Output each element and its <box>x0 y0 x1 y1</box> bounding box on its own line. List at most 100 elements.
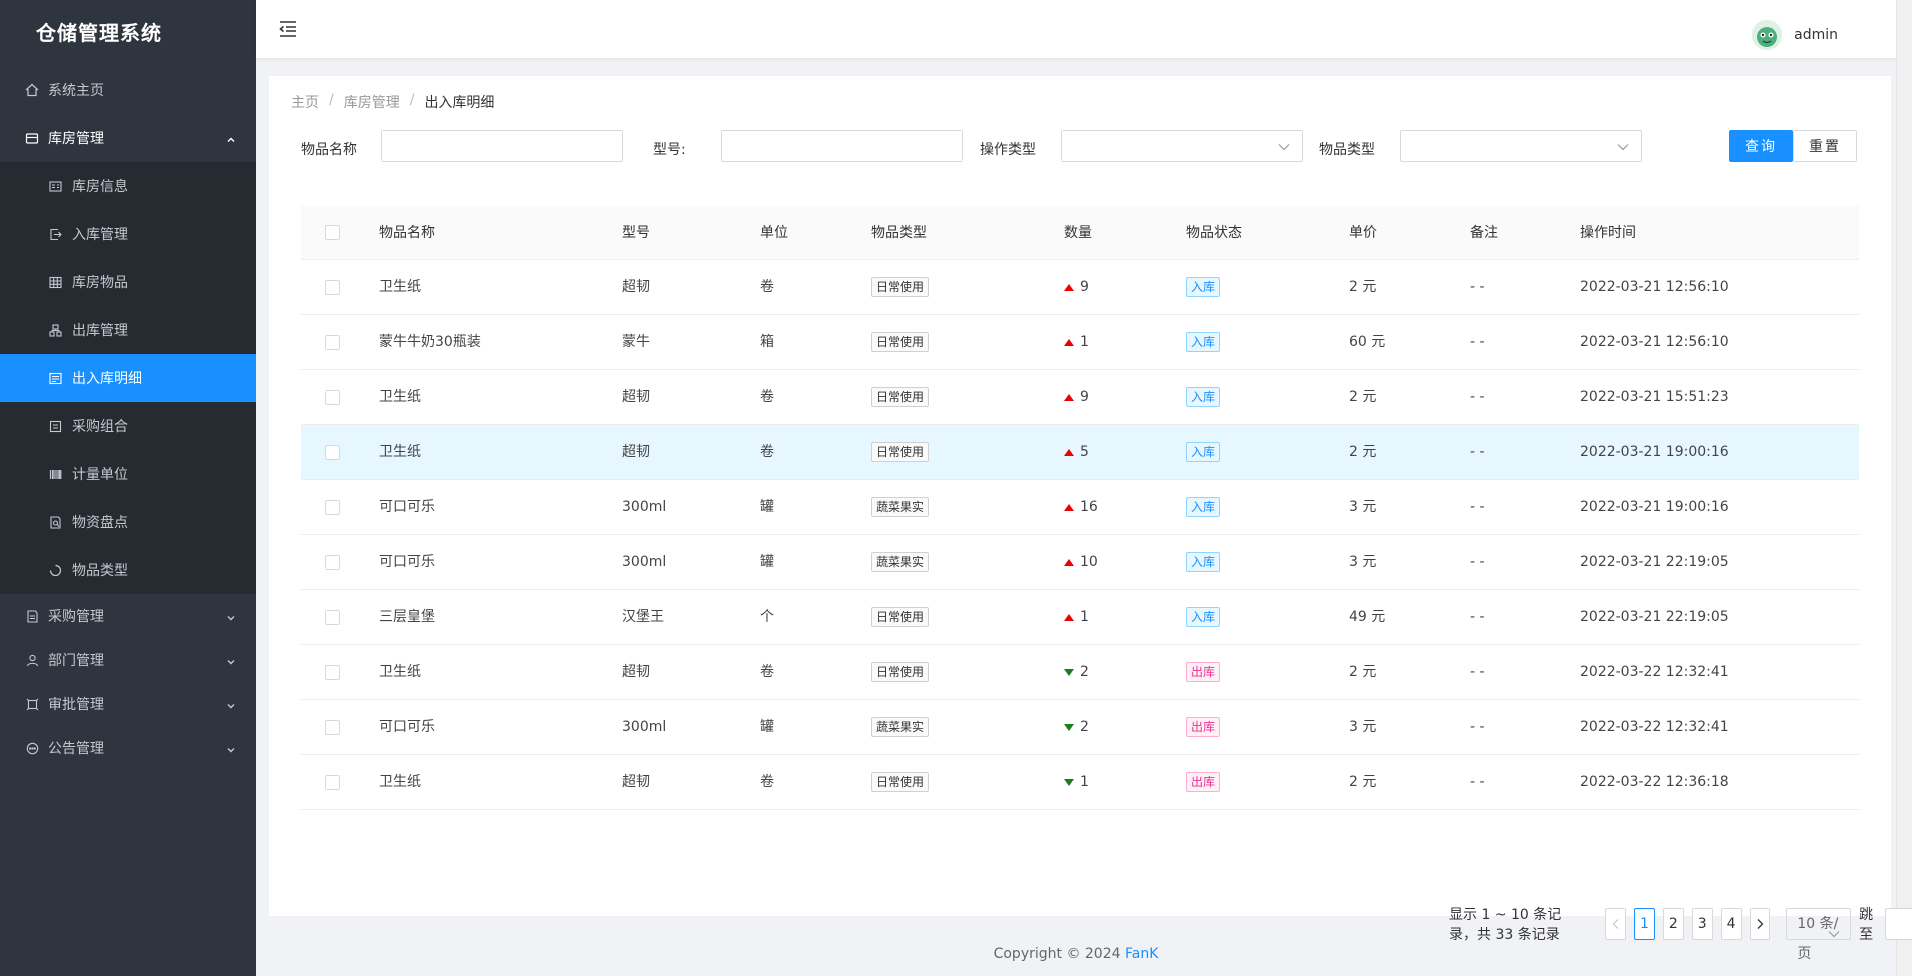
sidebar-item-purchase-bundle[interactable]: 采购组合 <box>0 402 256 450</box>
column-header[interactable]: 单位 <box>760 206 788 260</box>
cell-item-type: 日常使用 <box>871 260 930 315</box>
row-checkbox[interactable] <box>325 500 340 515</box>
sidebar-item-purchase[interactable]: 采购管理 <box>0 594 256 638</box>
row-checkbox[interactable] <box>325 335 340 350</box>
table-row[interactable]: 卫生纸 超韧 卷 日常使用 5 入库 2 元 - - 2022-03-21 19:00:16 <box>301 425 1859 480</box>
page-button-2[interactable]: 2 <box>1662 908 1684 940</box>
cell-item-name: 卫生纸 <box>379 279 421 295</box>
table-row[interactable]: 卫生纸 超韧 卷 日常使用 2 出库 2 元 - - 2022-03-22 12:32:41 <box>301 645 1859 700</box>
sidebar: 仓储管理系统 系统主页 库房管理 库房信息 入库管理 库房物品 出库管理 出入库… <box>0 0 256 976</box>
sidebar-item-label: 库房管理 <box>48 131 104 147</box>
sidebar-item-announcement[interactable]: 公告管理 <box>0 726 256 770</box>
page-scrollbar[interactable] <box>1896 0 1912 976</box>
sidebar-item-item-type[interactable]: 物品类型 <box>0 546 256 594</box>
cell-time: 2022-03-21 12:56:10 <box>1580 279 1729 295</box>
table-row[interactable]: 可口可乐 300ml 罐 蔬菜果实 16 入库 3 元 - - 2022-03-21 19:00… <box>301 480 1859 535</box>
column-header[interactable]: 单价 <box>1349 206 1377 260</box>
cell-item-name: 可口可乐 <box>379 499 435 515</box>
column-header[interactable]: 物品状态 <box>1186 206 1242 260</box>
table-row[interactable]: 卫生纸 超韧 卷 日常使用 9 入库 2 元 - - 2022-03-21 12:56:10 <box>301 260 1859 315</box>
status-badge: 入库 <box>1186 387 1221 407</box>
row-checkbox[interactable] <box>325 280 340 295</box>
status-badge: 入库 <box>1186 607 1221 627</box>
cell-model: 超韧 <box>622 279 650 295</box>
sidebar-item-unit[interactable]: 计量单位 <box>0 450 256 498</box>
cell-unit: 罐 <box>760 554 774 570</box>
select-all-checkbox[interactable] <box>325 225 340 240</box>
sidebar-item-approval[interactable]: 审批管理 <box>0 682 256 726</box>
cell-quantity: 9 <box>1064 260 1089 315</box>
cell-remark: - - <box>1470 499 1485 515</box>
table-row[interactable]: 可口可乐 300ml 罐 蔬菜果实 10 入库 3 元 - - 2022-03-21 22:19… <box>301 535 1859 590</box>
column-header[interactable]: 型号 <box>622 206 650 260</box>
status-badge: 出库 <box>1186 717 1221 737</box>
jump-page-input[interactable] <box>1884 908 1912 940</box>
sidebar-item-warehouse[interactable]: 库房管理 <box>0 114 256 162</box>
prev-page-button[interactable] <box>1605 908 1627 940</box>
item-type-select[interactable] <box>1400 130 1642 162</box>
column-header[interactable]: 数量 <box>1064 206 1092 260</box>
cell-item-type: 蔬菜果实 <box>871 700 930 755</box>
sidebar-item-label: 库房信息 <box>72 179 128 195</box>
cell-item-type: 蔬菜果实 <box>871 535 930 590</box>
breadcrumb-warehouse[interactable]: 库房管理 <box>344 92 400 112</box>
menu-fold-icon[interactable] <box>278 20 298 38</box>
cell-model: 300ml <box>622 719 667 735</box>
author-link[interactable]: FanK <box>1125 946 1158 962</box>
sidebar-item-department[interactable]: 部门管理 <box>0 638 256 682</box>
sidebar-item-warehouse-info[interactable]: 库房信息 <box>0 162 256 210</box>
column-header[interactable]: 物品名称 <box>379 206 435 260</box>
table-row[interactable]: 卫生纸 超韧 卷 日常使用 9 入库 2 元 - - 2022-03-21 15:51:23 <box>301 370 1859 425</box>
cell-item-name: 卫生纸 <box>379 389 421 405</box>
page-button-3[interactable]: 3 <box>1691 908 1713 940</box>
column-header[interactable]: 操作时间 <box>1580 206 1636 260</box>
user-menu[interactable]: admin <box>1752 20 1838 50</box>
table-row[interactable]: 三层皇堡 汉堡王 个 日常使用 1 入库 49 元 - - 2022-03-21 22:19:0… <box>301 590 1859 645</box>
row-checkbox[interactable] <box>325 610 340 625</box>
sidebar-item-inout-detail[interactable]: 出入库明细 <box>0 354 256 402</box>
avatar[interactable] <box>1752 20 1783 50</box>
sidebar-item-home[interactable]: 系统主页 <box>0 66 256 114</box>
table-row[interactable]: 可口可乐 300ml 罐 蔬菜果实 2 出库 3 元 - - 2022-03-22 12:32:… <box>301 700 1859 755</box>
cell-quantity: 10 <box>1064 535 1098 590</box>
item-name-input[interactable] <box>381 130 623 162</box>
sidebar-item-label: 采购管理 <box>48 609 104 625</box>
op-type-select[interactable] <box>1061 130 1303 162</box>
info-card-icon <box>48 179 62 193</box>
breadcrumb-home[interactable]: 主页 <box>291 92 319 112</box>
row-checkbox[interactable] <box>325 665 340 680</box>
cell-price: 2 元 <box>1349 774 1377 790</box>
row-checkbox[interactable] <box>325 390 340 405</box>
model-input[interactable] <box>721 130 963 162</box>
search-form: 物品名称 型号: 操作类型 物品类型 查询 重置 <box>301 130 1871 164</box>
row-checkbox[interactable] <box>325 720 340 735</box>
sidebar-item-warehouse-items[interactable]: 库房物品 <box>0 258 256 306</box>
cell-status: 入库 <box>1186 480 1221 535</box>
purchase-icon <box>24 608 40 624</box>
column-header[interactable]: 备注 <box>1470 206 1498 260</box>
row-checkbox[interactable] <box>325 445 340 460</box>
username[interactable]: admin <box>1794 27 1838 43</box>
sidebar-item-inbound[interactable]: 入库管理 <box>0 210 256 258</box>
column-header[interactable]: 物品类型 <box>871 206 927 260</box>
cell-unit: 罐 <box>760 499 774 515</box>
sidebar-item-outbound[interactable]: 出库管理 <box>0 306 256 354</box>
cell-price: 3 元 <box>1349 499 1377 515</box>
query-button[interactable]: 查询 <box>1729 130 1793 162</box>
next-page-button[interactable] <box>1749 908 1771 940</box>
reset-button[interactable]: 重置 <box>1793 130 1857 162</box>
cell-price: 2 元 <box>1349 389 1377 405</box>
chevron-down-icon <box>1828 920 1840 938</box>
sidebar-item-inventory-check[interactable]: 物资盘点 <box>0 498 256 546</box>
page-button-1[interactable]: 1 <box>1634 908 1655 940</box>
table-row[interactable]: 蒙牛牛奶30瓶装 蒙牛 箱 日常使用 1 入库 60 元 - - 2022-03-21 12:5… <box>301 315 1859 370</box>
cell-price: 2 元 <box>1349 279 1377 295</box>
row-checkbox[interactable] <box>325 775 340 790</box>
table-row[interactable]: 卫生纸 超韧 卷 日常使用 1 出库 2 元 - - 2022-03-22 12:36:18 <box>301 755 1859 810</box>
row-checkbox[interactable] <box>325 555 340 570</box>
breadcrumb-current: 出入库明细 <box>424 95 495 111</box>
page-button-4[interactable]: 4 <box>1720 908 1742 940</box>
page-size-select[interactable]: 10 条/页 <box>1786 908 1852 962</box>
cell-time: 2022-03-21 19:00:16 <box>1580 444 1729 460</box>
quantity-value: 9 <box>1080 389 1089 405</box>
